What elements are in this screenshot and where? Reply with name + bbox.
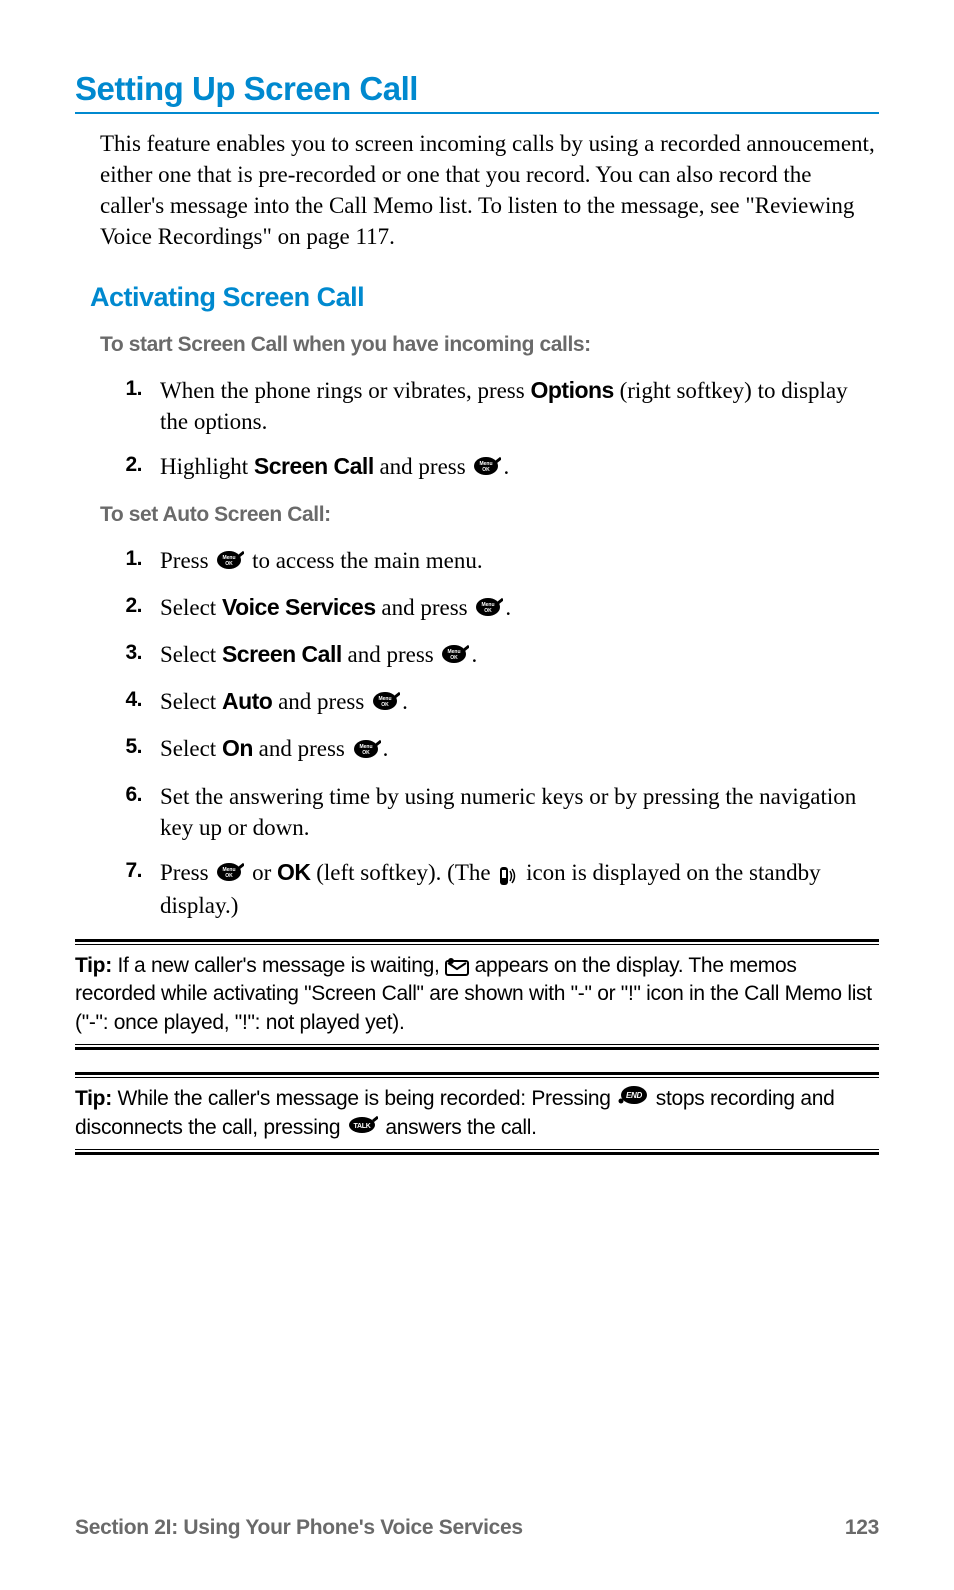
step-number: 2. [100,451,160,484]
page-title: Setting Up Screen Call [75,70,879,114]
page-footer: Section 2I: Using Your Phone's Voice Ser… [75,1516,879,1540]
tip-box-1: Tip: If a new caller's message is waitin… [75,939,879,1050]
step-text: Set the answering time by using numeric … [160,781,879,843]
list-item: 1. When the phone rings or vibrates, pre… [100,375,879,437]
instruction-heading-2: To set Auto Screen Call: [100,503,879,527]
menu-ok-key-icon: MenuOK [372,688,400,719]
step-text: Select Auto and press MenuOK. [160,686,879,719]
step-number: 2. [100,592,160,625]
svg-text:OK: OK [483,467,491,473]
menu-ok-key-icon: MenuOK [353,736,381,767]
step-number: 1. [100,375,160,437]
list-item: 4. Select Auto and press MenuOK. [100,686,879,719]
list-item: 2. Select Voice Services and press MenuO… [100,592,879,625]
step-list-2: 1. Press MenuOK to access the main menu.… [100,545,879,922]
list-item: 6. Set the answering time by using numer… [100,781,879,843]
step-text: Press MenuOK to access the main menu. [160,545,879,578]
step-text: Select Voice Services and press MenuOK. [160,592,879,625]
list-item: 3. Select Screen Call and press MenuOK. [100,639,879,672]
envelope-icon [445,954,469,977]
svg-text:OK: OK [485,608,493,614]
instruction-heading-1: To start Screen Call when you have incom… [100,333,879,357]
step-number: 6. [100,781,160,843]
svg-text:OK: OK [381,702,389,708]
footer-section: Section 2I: Using Your Phone's Voice Ser… [75,1516,523,1540]
subtitle: Activating Screen Call [90,282,879,313]
tip-label: Tip: [75,954,112,977]
end-key-icon: END [618,1085,648,1113]
menu-ok-key-icon: MenuOK [475,594,503,625]
menu-ok-key-icon: MenuOK [441,641,469,672]
svg-text:TALK: TALK [353,1123,370,1130]
menu-ok-key-icon: MenuOK [473,453,501,484]
step-text: Highlight Screen Call and press MenuOK. [160,451,879,484]
list-item: 2. Highlight Screen Call and press MenuO… [100,451,879,484]
tip-content: Tip: While the caller's message is being… [75,1079,879,1148]
step-number: 7. [100,857,160,921]
step-number: 5. [100,733,160,766]
step-text: Press MenuOK or OK (left softkey). (The … [160,857,879,921]
step-text: Select On and press MenuOK. [160,733,879,766]
step-number: 4. [100,686,160,719]
intro-paragraph: This feature enables you to screen incom… [100,128,879,252]
list-item: 1. Press MenuOK to access the main menu. [100,545,879,578]
svg-text:OK: OK [451,655,459,661]
menu-ok-key-icon: MenuOK [216,547,244,578]
svg-text:OK: OK [362,750,370,756]
menu-ok-key-icon: MenuOK [216,859,244,890]
phone-sound-icon [498,864,518,886]
footer-page-number: 123 [845,1516,879,1540]
svg-text:OK: OK [226,873,234,879]
step-text: When the phone rings or vibrates, press … [160,375,879,437]
svg-text:OK: OK [226,561,234,567]
step-text: Select Screen Call and press MenuOK. [160,639,879,672]
step-number: 3. [100,639,160,672]
list-item: 5. Select On and press MenuOK. [100,733,879,766]
tip-content: Tip: If a new caller's message is waitin… [75,946,879,1043]
talk-key-icon: TALK [348,1114,378,1142]
tip-box-2: Tip: While the caller's message is being… [75,1072,879,1155]
step-list-1: 1. When the phone rings or vibrates, pre… [100,375,879,484]
svg-text:END: END [626,1091,643,1100]
list-item: 7. Press MenuOK or OK (left softkey). (T… [100,857,879,921]
step-number: 1. [100,545,160,578]
tip-label: Tip: [75,1087,112,1110]
